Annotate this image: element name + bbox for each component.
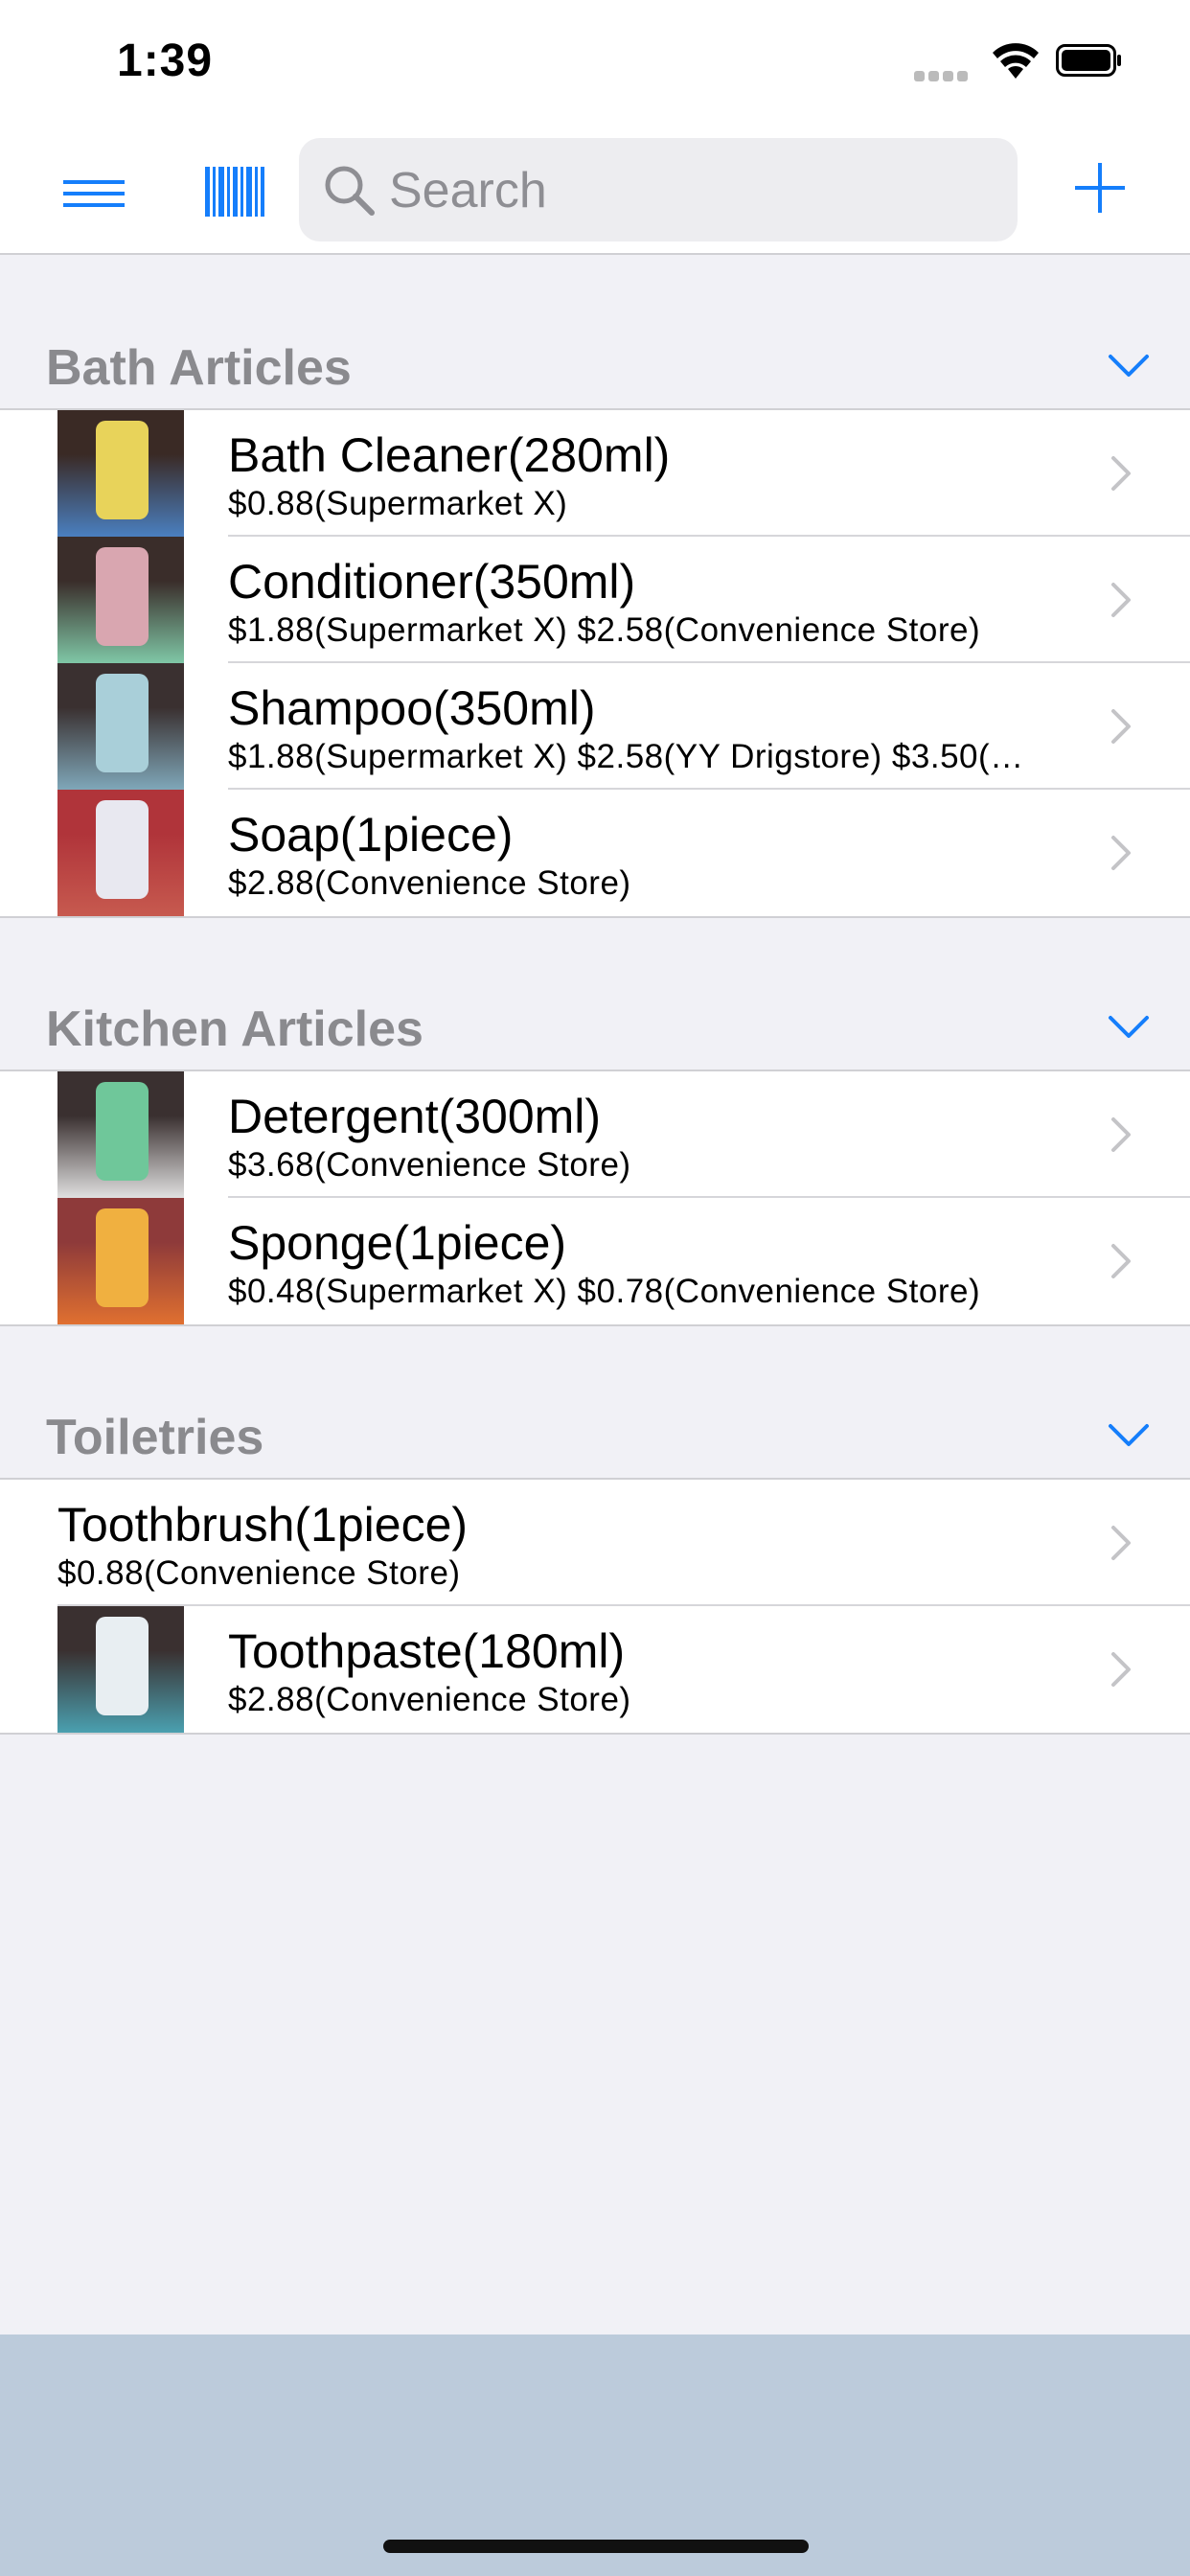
product-thumbnail xyxy=(57,410,184,537)
section-rows: Toothbrush(1piece) $0.88(Convenience Stor… xyxy=(0,1480,1190,1735)
section-title: Kitchen Articles xyxy=(46,1001,423,1057)
plus-icon[interactable] xyxy=(1069,157,1131,218)
item-text: Sponge(1piece) $0.48(Supermarket X) $0.78… xyxy=(228,1213,1075,1311)
nav-bar xyxy=(0,128,1190,255)
item-name: Soap(1piece) xyxy=(228,808,514,862)
bottom-panel xyxy=(0,2334,1190,2576)
hamburger-menu-icon[interactable] xyxy=(59,163,132,224)
chevron-right-icon xyxy=(1111,456,1131,491)
chevron-down-icon[interactable] xyxy=(1108,1420,1150,1449)
list-section: Kitchen Articles Detergent(300ml) $3.68(Co… xyxy=(0,1000,1190,1326)
item-text: Soap(1piece) $2.88(Convenience Store) xyxy=(228,805,1075,903)
section-rows: Detergent(300ml) $3.68(Convenience Store)… xyxy=(0,1071,1190,1326)
item-name: Bath Cleaner(280ml) xyxy=(228,428,671,482)
item-text: Detergent(300ml) $3.68(Convenience Store) xyxy=(228,1087,1075,1184)
home-indicator[interactable] xyxy=(383,2540,809,2553)
item-name: Sponge(1piece) xyxy=(228,1216,567,1270)
product-thumbnail xyxy=(57,790,184,916)
chevron-down-icon[interactable] xyxy=(1108,351,1150,380)
search-field[interactable] xyxy=(299,138,1018,242)
item-text: Toothbrush(1piece) $0.88(Convenience Stor… xyxy=(57,1495,1075,1593)
item-prices: $2.88(Convenience Store) xyxy=(228,1681,631,1718)
item-name: Toothpaste(180ml) xyxy=(228,1624,626,1678)
list-section: Toiletries Toothbrush(1piece) $0.88(Conven… xyxy=(0,1409,1190,1735)
status-icons xyxy=(914,42,1125,84)
item-prices: $0.88(Supermarket X) xyxy=(228,485,568,522)
section-rows: Bath Cleaner(280ml) $0.88(Supermarket X) C… xyxy=(0,410,1190,918)
item-name: Detergent(300ml) xyxy=(228,1090,602,1143)
search-input[interactable] xyxy=(387,155,1004,226)
chevron-right-icon xyxy=(1111,709,1131,744)
item-prices: $3.68(Convenience Store) xyxy=(228,1146,631,1184)
list-item[interactable]: Shampoo(350ml) $1.88(Supermarket X) $2.58… xyxy=(0,663,1190,790)
item-prices: $1.88(Supermarket X) $2.58(Convenience S… xyxy=(228,611,981,649)
item-text: Toothpaste(180ml) $2.88(Convenience Store… xyxy=(228,1622,1075,1719)
battery-icon xyxy=(1056,44,1121,77)
list-item[interactable]: Toothbrush(1piece) $0.88(Convenience Stor… xyxy=(0,1480,1190,1606)
chevron-right-icon xyxy=(1111,1652,1131,1687)
item-name: Shampoo(350ml) xyxy=(228,681,596,735)
list-item[interactable]: Toothpaste(180ml) $2.88(Convenience Store… xyxy=(0,1606,1190,1733)
item-prices: $2.88(Convenience Store) xyxy=(228,864,631,902)
section-title: Bath Articles xyxy=(46,340,352,396)
list-section: Bath Articles Bath Cleaner(280ml) $0.88(Su… xyxy=(0,339,1190,918)
chevron-right-icon xyxy=(1111,836,1131,870)
chevron-down-icon[interactable] xyxy=(1108,1012,1150,1041)
status-bar: 1:39 xyxy=(0,0,1190,128)
cellular-signal-icon xyxy=(914,69,973,81)
item-name: Conditioner(350ml) xyxy=(228,555,636,609)
section-header[interactable]: Bath Articles xyxy=(0,339,1190,410)
section-title: Toiletries xyxy=(46,1410,264,1465)
item-text: Conditioner(350ml) $1.88(Supermarket X) $… xyxy=(228,552,1075,650)
product-thumbnail xyxy=(57,537,184,663)
item-text: Bath Cleaner(280ml) $0.88(Supermarket X) xyxy=(228,426,1075,523)
list-item[interactable]: Bath Cleaner(280ml) $0.88(Supermarket X) xyxy=(0,410,1190,537)
product-thumbnail xyxy=(57,1198,184,1324)
list-item[interactable]: Conditioner(350ml) $1.88(Supermarket X) $… xyxy=(0,537,1190,663)
item-prices: $1.88(Supermarket X) $2.58(YY Drigstore)… xyxy=(228,738,1024,775)
section-header[interactable]: Toiletries xyxy=(0,1409,1190,1480)
status-time: 1:39 xyxy=(117,35,214,86)
product-thumbnail xyxy=(57,1071,184,1198)
chevron-right-icon xyxy=(1111,1526,1131,1560)
grouped-list: Bath Articles Bath Cleaner(280ml) $0.88(Su… xyxy=(0,255,1190,1735)
list-item[interactable]: Sponge(1piece) $0.48(Supermarket X) $0.78… xyxy=(0,1198,1190,1324)
search-icon xyxy=(325,166,375,216)
item-name: Toothbrush(1piece) xyxy=(57,1498,469,1552)
chevron-right-icon xyxy=(1111,1244,1131,1278)
product-thumbnail xyxy=(57,663,184,790)
item-text: Shampoo(350ml) $1.88(Supermarket X) $2.58… xyxy=(228,678,1075,776)
list-item[interactable]: Detergent(300ml) $3.68(Convenience Store) xyxy=(0,1071,1190,1198)
item-prices: $0.88(Convenience Store) xyxy=(57,1554,461,1592)
section-header[interactable]: Kitchen Articles xyxy=(0,1000,1190,1071)
chevron-right-icon xyxy=(1111,583,1131,617)
product-thumbnail xyxy=(57,1606,184,1733)
barcode-icon[interactable] xyxy=(201,161,268,222)
item-prices: $0.48(Supermarket X) $0.78(Convenience S… xyxy=(228,1273,981,1310)
list-item[interactable]: Soap(1piece) $2.88(Convenience Store) xyxy=(0,790,1190,916)
wifi-icon xyxy=(993,43,1039,79)
chevron-right-icon xyxy=(1111,1117,1131,1152)
